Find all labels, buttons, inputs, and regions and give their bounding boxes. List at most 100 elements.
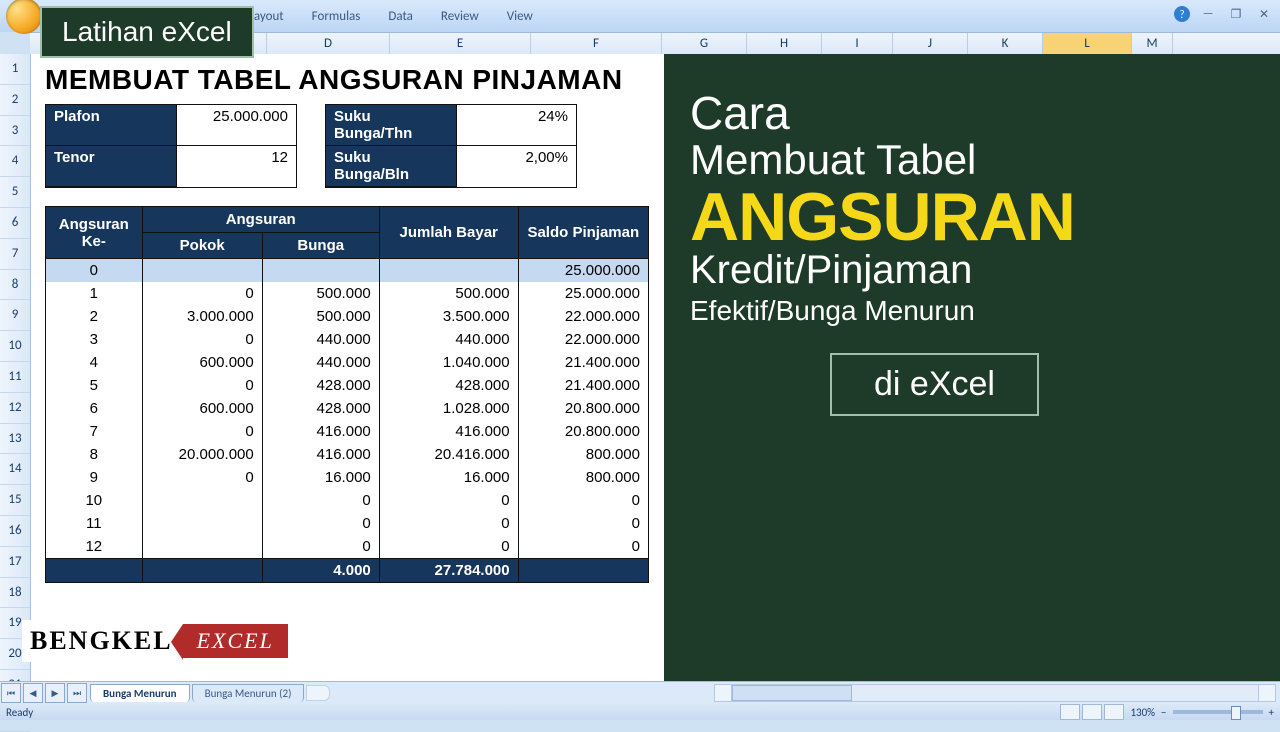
cell[interactable]: 500.000 bbox=[262, 282, 379, 305]
cell[interactable]: 5 bbox=[46, 374, 143, 397]
cell[interactable]: 22.000.000 bbox=[518, 305, 648, 328]
row-9[interactable]: 9 bbox=[0, 300, 30, 331]
scroll-left-icon[interactable] bbox=[715, 685, 732, 701]
cell[interactable]: 1 bbox=[46, 282, 143, 305]
cell[interactable] bbox=[262, 259, 379, 283]
cell[interactable]: 21.400.000 bbox=[518, 351, 648, 374]
cell[interactable]: 0 bbox=[262, 489, 379, 512]
cell[interactable]: 12 bbox=[46, 535, 143, 559]
cell[interactable]: 440.000 bbox=[262, 328, 379, 351]
cell[interactable]: 416.000 bbox=[262, 420, 379, 443]
cell[interactable] bbox=[379, 259, 518, 283]
ribbon-tab-data[interactable]: Data bbox=[374, 9, 427, 24]
close-icon[interactable]: ✕ bbox=[1254, 7, 1274, 21]
col-J[interactable]: J bbox=[893, 33, 968, 55]
cell[interactable]: 7 bbox=[46, 420, 143, 443]
minimize-icon[interactable]: — bbox=[1198, 7, 1218, 21]
row-10[interactable]: 10 bbox=[0, 331, 30, 362]
cell[interactable]: 416.000 bbox=[379, 420, 518, 443]
cell[interactable]: 8 bbox=[46, 443, 143, 466]
col-K[interactable]: K bbox=[968, 33, 1043, 55]
cell[interactable]: 500.000 bbox=[379, 282, 518, 305]
cell[interactable]: 6 bbox=[46, 397, 143, 420]
zoom-slider[interactable] bbox=[1173, 710, 1263, 714]
cell[interactable]: 2 bbox=[46, 305, 143, 328]
cell[interactable]: 0 bbox=[262, 535, 379, 559]
tab-nav-first[interactable]: ⏮ bbox=[1, 683, 21, 703]
scroll-right-icon[interactable] bbox=[1258, 685, 1275, 701]
cell[interactable]: 20.800.000 bbox=[518, 420, 648, 443]
ribbon-tab-review[interactable]: Review bbox=[427, 9, 493, 24]
cell[interactable]: 800.000 bbox=[518, 443, 648, 466]
row-8[interactable]: 8 bbox=[0, 270, 30, 301]
cell[interactable]: 16.000 bbox=[262, 466, 379, 489]
cell[interactable]: 0 bbox=[518, 535, 648, 559]
restore-icon[interactable]: ❐ bbox=[1226, 7, 1246, 21]
ribbon-tab-formulas[interactable]: Formulas bbox=[298, 9, 375, 24]
cell[interactable]: 21.400.000 bbox=[518, 374, 648, 397]
cell[interactable]: 4 bbox=[46, 351, 143, 374]
cell[interactable]: 25.000.000 bbox=[518, 282, 648, 305]
cell[interactable]: 416.000 bbox=[262, 443, 379, 466]
horizontal-scrollbar[interactable] bbox=[714, 684, 1276, 702]
new-sheet-button[interactable] bbox=[306, 685, 330, 701]
col-F[interactable]: F bbox=[531, 33, 662, 55]
cell[interactable]: 0 bbox=[142, 282, 262, 305]
ribbon-tab-view[interactable]: View bbox=[493, 9, 547, 24]
row-headers[interactable]: 12345678910111213141516171819202122 bbox=[0, 54, 31, 690]
cell[interactable]: 440.000 bbox=[379, 328, 518, 351]
office-orb-icon[interactable] bbox=[6, 0, 42, 34]
cell[interactable]: 428.000 bbox=[262, 374, 379, 397]
row-1[interactable]: 1 bbox=[0, 54, 30, 85]
cell[interactable]: 1.028.000 bbox=[379, 397, 518, 420]
cell[interactable]: 428.000 bbox=[379, 374, 518, 397]
cell[interactable]: 0 bbox=[142, 466, 262, 489]
cell[interactable]: 0 bbox=[518, 489, 648, 512]
col-E[interactable]: E bbox=[390, 33, 531, 55]
cell[interactable]: 3.500.000 bbox=[379, 305, 518, 328]
cell[interactable] bbox=[142, 535, 262, 559]
row-18[interactable]: 18 bbox=[0, 578, 30, 609]
cell[interactable]: 1.040.000 bbox=[379, 351, 518, 374]
cell[interactable]: 0 bbox=[379, 535, 518, 559]
cell[interactable]: 0 bbox=[142, 328, 262, 351]
row-5[interactable]: 5 bbox=[0, 177, 30, 208]
tab-nav-next[interactable]: ▶ bbox=[45, 683, 65, 703]
cell[interactable]: 20.416.000 bbox=[379, 443, 518, 466]
cell[interactable]: 10 bbox=[46, 489, 143, 512]
cell[interactable] bbox=[142, 489, 262, 512]
cell[interactable]: 440.000 bbox=[262, 351, 379, 374]
cell[interactable]: 22.000.000 bbox=[518, 328, 648, 351]
cell[interactable]: 16.000 bbox=[379, 466, 518, 489]
tab-nav-prev[interactable]: ◀ bbox=[23, 683, 43, 703]
row-14[interactable]: 14 bbox=[0, 454, 30, 485]
row-16[interactable]: 16 bbox=[0, 516, 30, 547]
row-13[interactable]: 13 bbox=[0, 424, 30, 455]
cell[interactable]: 20.800.000 bbox=[518, 397, 648, 420]
cell[interactable] bbox=[142, 512, 262, 535]
cell[interactable]: 0 bbox=[142, 374, 262, 397]
cell[interactable]: 20.000.000 bbox=[142, 443, 262, 466]
row-11[interactable]: 11 bbox=[0, 362, 30, 393]
sheet-tab-active[interactable]: Bunga Menurun bbox=[90, 684, 190, 702]
col-I[interactable]: I bbox=[822, 33, 893, 55]
view-buttons[interactable] bbox=[1060, 704, 1124, 720]
row-4[interactable]: 4 bbox=[0, 146, 30, 177]
zoom-out-icon[interactable]: − bbox=[1161, 706, 1166, 719]
cell[interactable]: 0 bbox=[518, 512, 648, 535]
cell[interactable]: 0 bbox=[262, 512, 379, 535]
row-2[interactable]: 2 bbox=[0, 85, 30, 116]
row-3[interactable]: 3 bbox=[0, 116, 30, 147]
col-L[interactable]: L bbox=[1043, 33, 1132, 55]
cell[interactable]: 0 bbox=[379, 489, 518, 512]
zoom-in-icon[interactable]: + bbox=[1269, 706, 1274, 719]
cell[interactable]: 9 bbox=[46, 466, 143, 489]
scroll-thumb[interactable] bbox=[732, 685, 852, 701]
cell[interactable]: 428.000 bbox=[262, 397, 379, 420]
zoom-level[interactable]: 130% bbox=[1130, 706, 1155, 719]
cell[interactable]: 25.000.000 bbox=[518, 259, 648, 283]
cell[interactable]: 11 bbox=[46, 512, 143, 535]
cell[interactable]: 0 bbox=[142, 420, 262, 443]
row-17[interactable]: 17 bbox=[0, 547, 30, 578]
cell[interactable] bbox=[142, 259, 262, 283]
